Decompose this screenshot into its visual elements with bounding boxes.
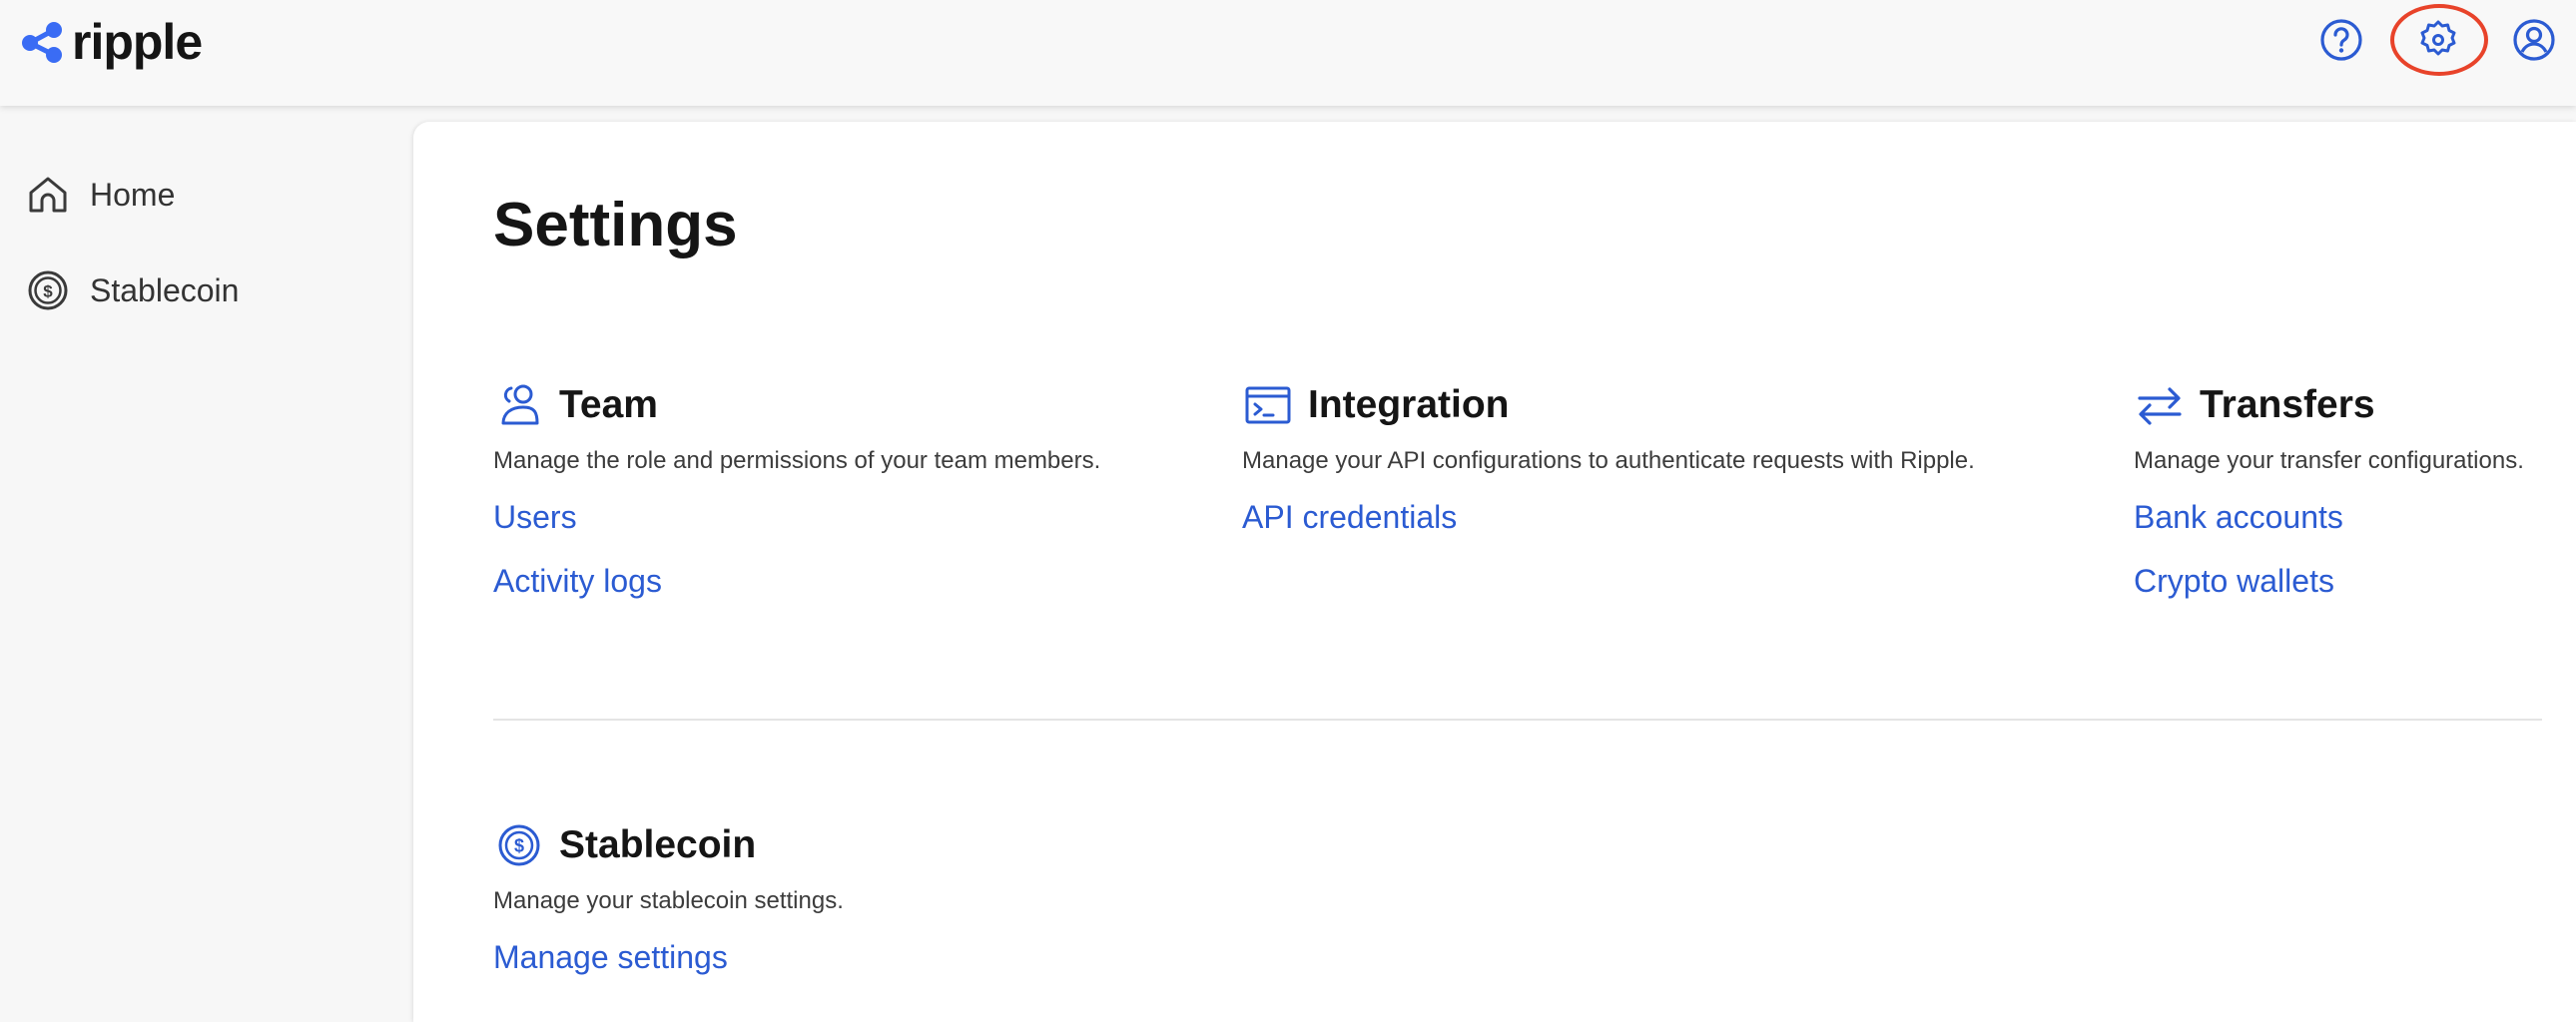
settings-button[interactable]: [2414, 16, 2462, 64]
sidebar-item-home[interactable]: Home: [26, 167, 175, 223]
ripple-logo-icon: [22, 22, 62, 63]
help-icon: [2320, 19, 2362, 61]
section-title: Transfers: [2200, 383, 2375, 426]
ripple-logo[interactable]: ripple: [20, 14, 203, 70]
section-title: Team: [559, 383, 658, 426]
section-header: Transfers: [2134, 377, 2524, 433]
manage-settings-link[interactable]: Manage settings: [493, 937, 844, 977]
terminal-icon: [1245, 386, 1291, 424]
transfer-arrows-icon: [2138, 387, 2182, 425]
page-title: Settings: [493, 191, 738, 259]
stablecoin-section: $ Stablecoin Manage your stablecoin sett…: [493, 817, 844, 1001]
sidebar-item-label: Stablecoin: [90, 271, 240, 308]
svg-text:$: $: [43, 282, 53, 301]
sidebar-item-label: Home: [90, 176, 176, 213]
section-description: Manage your stablecoin settings.: [493, 887, 844, 914]
section-description: Manage your transfer configurations.: [2134, 447, 2524, 474]
svg-text:$: $: [514, 836, 524, 856]
section-description: Manage the role and permissions of your …: [493, 447, 1101, 474]
section-header: Team: [493, 377, 1100, 433]
api-credentials-link[interactable]: API credentials: [1242, 497, 1975, 537]
home-icon: [29, 177, 67, 213]
section-divider: [493, 719, 2542, 721]
activity-logs-link[interactable]: Activity logs: [493, 561, 1100, 601]
gear-icon: [2420, 20, 2456, 56]
team-section: Team Manage the role and permissions of …: [493, 377, 1100, 625]
sidebar-item-stablecoin[interactable]: $ Stablecoin: [26, 262, 239, 318]
user-account-icon: [2513, 19, 2555, 61]
sidebar: Home $ Stablecoin: [0, 106, 413, 1022]
crypto-wallets-link[interactable]: Crypto wallets: [2134, 561, 2524, 601]
team-icon: [501, 384, 539, 425]
transfers-section: Transfers Manage your transfer configura…: [2134, 377, 2524, 625]
section-description: Manage your API configurations to authen…: [1242, 447, 1975, 474]
main-content: Settings Team Manage the role and permis…: [413, 122, 2576, 1022]
users-link[interactable]: Users: [493, 497, 1100, 537]
stablecoin-icon: $: [498, 824, 540, 866]
bank-accounts-link[interactable]: Bank accounts: [2134, 497, 2524, 537]
integration-section: Integration Manage your API configuratio…: [1242, 377, 1975, 561]
section-header: $ Stablecoin: [493, 817, 844, 873]
section-title: Integration: [1308, 383, 1510, 426]
help-button[interactable]: [2317, 16, 2365, 64]
account-button[interactable]: [2510, 16, 2558, 64]
section-title: Stablecoin: [559, 823, 757, 866]
section-header: Integration: [1242, 377, 1975, 433]
stablecoin-icon: $: [28, 270, 68, 310]
top-bar: ripple: [0, 0, 2576, 106]
brand-name: ripple: [72, 14, 203, 70]
